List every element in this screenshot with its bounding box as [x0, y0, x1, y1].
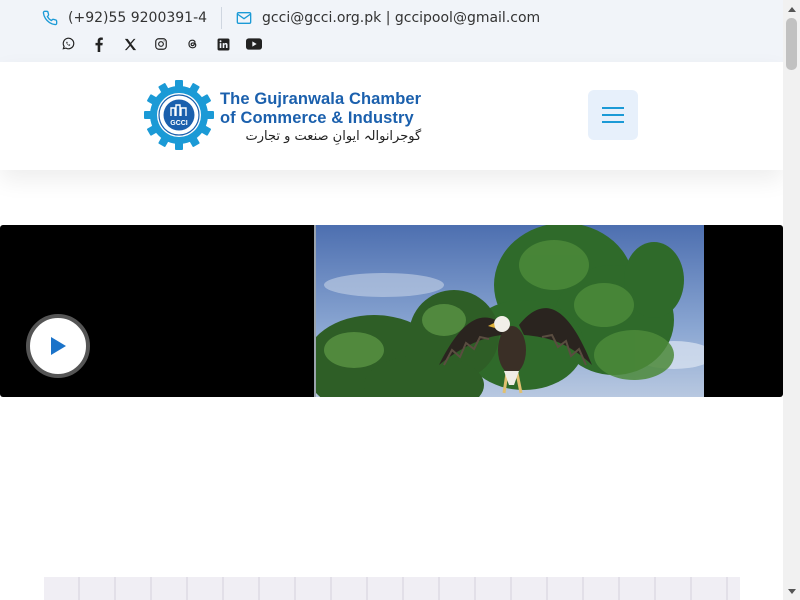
hamburger-menu-button[interactable]	[588, 90, 638, 140]
next-section-preview	[44, 577, 740, 600]
top-contact-bar: (+92)55 9200391-4 gcci@gcci.org.pk | gcc…	[0, 0, 783, 62]
logo-urdu: گوجرانوالہ ایوانِ صنعت و تجارت	[245, 129, 422, 144]
play-icon	[51, 337, 66, 355]
page-scrollbar[interactable]	[783, 0, 800, 600]
x-icon[interactable]	[120, 34, 140, 54]
mail-icon	[236, 12, 252, 24]
video-frame-eagle	[314, 225, 704, 397]
instagram-icon[interactable]	[151, 34, 171, 54]
youtube-icon[interactable]	[244, 34, 264, 54]
site-header: GCCI The Gujranwala Chamber of Commerce …	[0, 62, 783, 170]
menu-icon	[602, 107, 624, 123]
whatsapp-icon[interactable]	[58, 34, 78, 54]
site-logo[interactable]: GCCI The Gujranwala Chamber of Commerce …	[144, 80, 421, 150]
facebook-icon[interactable]	[89, 34, 109, 54]
gcci-emblem: GCCI	[144, 80, 214, 150]
scroll-down-arrow[interactable]	[783, 583, 800, 600]
logo-text: The Gujranwala Chamber of Commerce & Ind…	[220, 90, 421, 145]
emblem-text: GCCI	[170, 120, 188, 127]
linkedin-icon[interactable]	[213, 34, 233, 54]
logo-line-1: The Gujranwala Chamber	[220, 90, 422, 108]
play-button[interactable]	[26, 314, 90, 378]
email-address: gcci@gcci.org.pk | gccipool@gmail.com	[262, 10, 541, 26]
phone-number: (+92)55 9200391-4	[68, 10, 208, 26]
contact-divider	[221, 7, 223, 29]
scroll-up-arrow[interactable]	[783, 0, 800, 17]
logo-line-2: of Commerce & Industry	[220, 109, 414, 127]
video-player[interactable]	[0, 225, 783, 397]
scrollbar-thumb[interactable]	[786, 18, 797, 70]
contact-row: (+92)55 9200391-4 gcci@gcci.org.pk | gcc…	[42, 7, 540, 29]
threads-icon[interactable]	[182, 34, 202, 54]
email-contact[interactable]: gcci@gcci.org.pk | gccipool@gmail.com	[236, 10, 540, 26]
phone-contact[interactable]: (+92)55 9200391-4	[42, 10, 207, 26]
social-links	[58, 34, 275, 54]
phone-icon	[42, 10, 58, 26]
